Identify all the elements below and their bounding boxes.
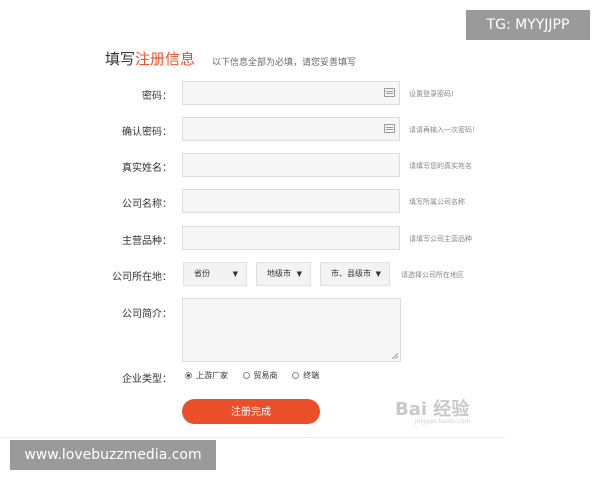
radio-label: 终端	[303, 371, 320, 380]
real-name-hint: 请填写您的真实姓名	[409, 162, 472, 170]
main-product-label: 主营品种：	[122, 236, 172, 247]
county-select[interactable]: 市、县级市 ▼	[320, 262, 390, 286]
location-hint: 请选择公司所在地区	[401, 271, 464, 279]
city-value: 地级市	[267, 269, 291, 278]
location-label: 公司所在地：	[112, 272, 172, 283]
radio-upstream[interactable]: 上游厂家	[185, 370, 228, 381]
caret-down-icon: ▼	[232, 270, 238, 278]
real-name-field[interactable]	[182, 153, 400, 177]
caret-down-icon: ▼	[375, 270, 381, 278]
company-name-label: 公司名称：	[122, 199, 172, 210]
confirm-password-field[interactable]	[182, 117, 400, 141]
page-subtitle: 以下信息全部为必填，请您妥善填写	[212, 58, 357, 68]
radio-trader[interactable]: 贸易商	[242, 370, 278, 381]
company-name-hint: 填写所属公司名称	[409, 198, 465, 206]
website-tag: www.lovebuzzmedia.com	[10, 440, 216, 470]
divider	[0, 437, 505, 438]
real-name-label: 真实姓名：	[122, 163, 172, 174]
confirm-password-hint: 请请再输入一次密码！	[409, 126, 479, 134]
password-label: 密码：	[142, 91, 172, 102]
city-select[interactable]: 地级市 ▼	[256, 262, 311, 286]
password-hint: 设置登录密码!	[409, 90, 454, 98]
company-name-field[interactable]	[182, 189, 400, 213]
radio-terminal[interactable]: 终端	[292, 370, 319, 381]
company-intro-label: 公司简介：	[122, 309, 172, 320]
company-intro-textarea[interactable]	[182, 298, 401, 362]
title-accent: 注册信息	[135, 50, 196, 68]
page-title: 填写注册信息	[105, 48, 195, 69]
register-complete-button[interactable]: 注册完成	[182, 399, 320, 424]
caret-down-icon: ▼	[296, 270, 302, 278]
radio-unchecked-icon[interactable]	[292, 372, 300, 379]
radio-unchecked-icon[interactable]	[242, 372, 250, 379]
province-select[interactable]: 省份 ▼	[183, 262, 247, 286]
radio-checked-icon[interactable]	[185, 372, 192, 379]
confirm-password-label: 确认密码：	[122, 127, 172, 138]
keyboard-icon[interactable]	[384, 88, 395, 97]
baidu-watermark-url: jingyan.baidu.com	[415, 418, 471, 425]
county-value: 市、县级市	[331, 269, 371, 278]
enterprise-type-label: 企业类型：	[122, 374, 172, 385]
enterprise-type-radio-group: 上游厂家 贸易商 终端	[185, 370, 331, 381]
radio-label: 上游厂家	[196, 371, 228, 380]
title-prefix: 填写	[105, 50, 136, 68]
radio-label: 贸易商	[253, 371, 278, 380]
resize-handle-icon[interactable]	[392, 353, 398, 359]
main-product-field[interactable]	[182, 226, 400, 250]
telegram-tag: TG: MYYJJPP	[466, 10, 590, 40]
keyboard-icon[interactable]	[384, 124, 395, 133]
password-field[interactable]	[182, 81, 400, 105]
province-value: 省份	[194, 269, 210, 278]
main-product-hint: 请填写公司主营品种	[409, 235, 472, 243]
